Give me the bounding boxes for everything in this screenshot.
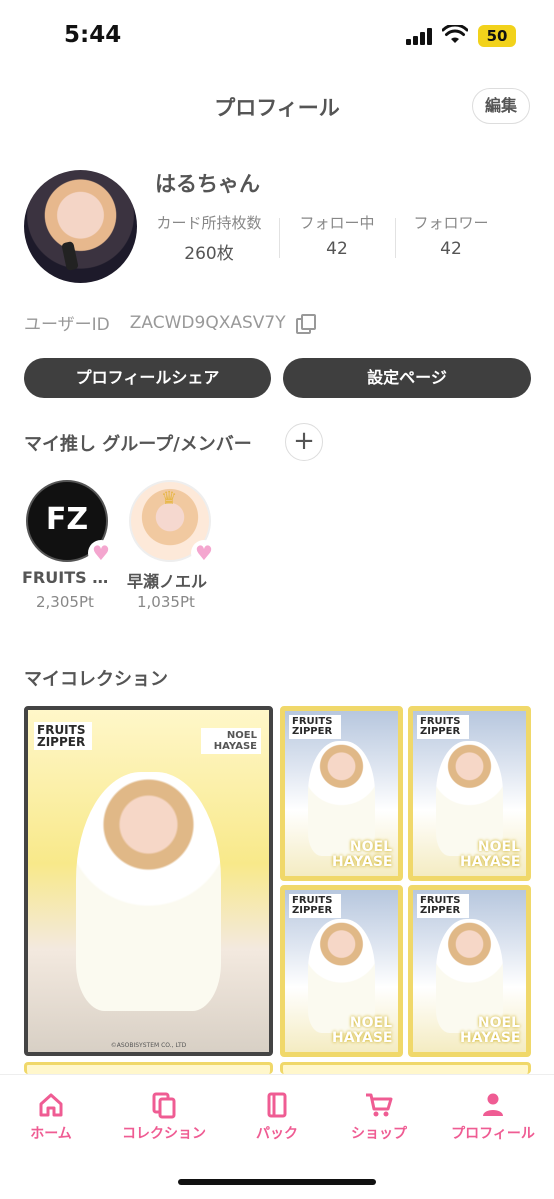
person-icon xyxy=(483,1093,503,1116)
crown-icon: ♛ xyxy=(161,488,178,509)
card-member: NOEL HAYASE xyxy=(460,839,521,870)
oshi-points: 1,035Pt xyxy=(137,593,195,611)
username: はるちゃん xyxy=(155,172,260,196)
home-icon xyxy=(39,1093,63,1117)
tab-label: ショップ xyxy=(351,1126,407,1142)
tab-home[interactable]: ホーム xyxy=(22,1091,80,1143)
divider xyxy=(279,218,280,258)
card-brand: FRUITS ZIPPER xyxy=(417,715,469,739)
profile-share-button[interactable]: プロフィールシェア xyxy=(24,358,271,398)
stat-label: カード所持枚数 xyxy=(156,214,262,232)
avatar[interactable] xyxy=(24,170,137,283)
collection-card[interactable]: FRUITS ZIPPER NOEL HAYASE xyxy=(408,706,531,881)
stat-followers[interactable]: フォロワー 42 xyxy=(406,212,496,259)
card-member: NOEL HAYASE xyxy=(460,1015,521,1046)
heart-icon: ♥ xyxy=(88,540,114,566)
tab-profile[interactable]: プロフィール xyxy=(445,1091,541,1143)
edit-button[interactable]: 編集 xyxy=(472,88,530,124)
card-brand: FRUITS ZIPPER xyxy=(417,894,469,918)
divider xyxy=(395,218,396,258)
card-member: NOEL HAYASE xyxy=(332,839,393,870)
tab-label: プロフィール xyxy=(451,1126,535,1142)
stat-card-count: カード所持枚数 260枚 xyxy=(153,212,265,264)
add-oshi-button[interactable]: + xyxy=(285,423,323,461)
battery-icon: 50 xyxy=(478,25,516,47)
card-copyright: ©ASOBISYSTEM CO., LTD xyxy=(110,1042,187,1049)
user-id-value: ZACWD9QXASV7Y xyxy=(129,312,286,333)
oshi-section-title: マイ推し グループ/メンバー xyxy=(24,434,252,455)
collection-card[interactable]: FRUITS ZIPPER NOEL HAYASE xyxy=(280,885,403,1057)
status-bar: 5:44 50 xyxy=(0,0,554,75)
collection-card[interactable] xyxy=(280,1062,531,1074)
signal-icon xyxy=(406,28,434,45)
card-brand: FRUITS ZIPPER xyxy=(34,722,92,750)
collection-section-title: マイコレクション xyxy=(24,669,168,690)
card-member: NOEL HAYASE xyxy=(201,728,261,754)
stat-value: 42 xyxy=(440,239,462,259)
pack-icon xyxy=(267,1092,287,1118)
tab-label: コレクション xyxy=(122,1126,206,1142)
stat-label: フォロワー xyxy=(413,214,489,232)
user-id-label: ユーザーID xyxy=(24,315,110,335)
cart-icon xyxy=(366,1093,393,1117)
stat-value: 42 xyxy=(326,239,348,259)
copy-icon[interactable] xyxy=(295,313,316,334)
tab-label: ホーム xyxy=(30,1126,72,1142)
collection-card[interactable]: FRUITS ZIPPER NOEL HAYASE xyxy=(280,706,403,881)
wifi-icon xyxy=(442,25,468,43)
collection-card[interactable]: FRUITS ZIPPER NOEL HAYASE xyxy=(408,885,531,1057)
oshi-name: FRUITS … xyxy=(22,568,109,587)
tab-shop[interactable]: ショップ xyxy=(346,1091,412,1143)
collection-card-large[interactable]: FRUITS ZIPPER NOEL HAYASE ©ASOBISYSTEM C… xyxy=(24,706,273,1056)
tab-collection[interactable]: コレクション xyxy=(113,1091,215,1143)
settings-page-button[interactable]: 設定ページ xyxy=(283,358,531,398)
stat-label: フォロー中 xyxy=(299,214,375,232)
oshi-name: 早瀬ノエル xyxy=(127,572,208,591)
heart-icon: ♥ xyxy=(191,540,217,566)
tab-label: パック xyxy=(256,1126,298,1142)
collection-card[interactable] xyxy=(24,1062,273,1074)
stat-value: 260枚 xyxy=(184,244,234,264)
page-title: プロフィール xyxy=(214,96,340,120)
card-brand: FRUITS ZIPPER xyxy=(289,715,341,739)
tab-pack[interactable]: パック xyxy=(250,1091,304,1143)
oshi-points: 2,305Pt xyxy=(36,593,94,611)
user-id-row: ユーザーID ZACWD9QXASV7Y xyxy=(24,310,316,335)
collection-icon xyxy=(152,1092,176,1119)
group-logo-text: FZ xyxy=(45,502,89,537)
card-photo xyxy=(76,771,221,1011)
home-indicator xyxy=(178,1179,376,1185)
stat-following[interactable]: フォロー中 42 xyxy=(292,212,382,259)
card-member: NOEL HAYASE xyxy=(332,1015,393,1046)
card-brand: FRUITS ZIPPER xyxy=(289,894,341,918)
status-time: 5:44 xyxy=(64,22,122,48)
